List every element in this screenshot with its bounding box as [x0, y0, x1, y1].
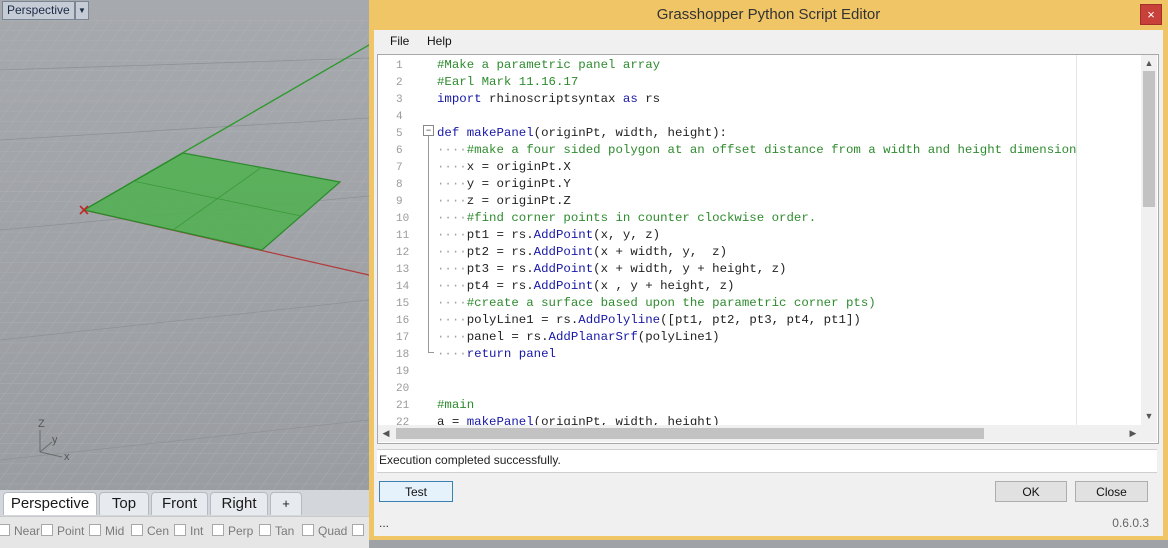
line-number: 3 [396, 94, 403, 106]
line-number: 8 [396, 179, 403, 191]
tab-front[interactable]: Front [151, 492, 208, 515]
code-line-1: #Make a parametric panel array [437, 58, 661, 72]
fold-guide-line [428, 136, 429, 353]
code-line-15: ····#create a surface based upon the par… [437, 296, 876, 310]
editor-client-area: File Help 1 2 3 4 5 6 7 8 9 10 11 12 13 … [374, 30, 1163, 536]
osnap-mid[interactable]: Mid [89, 524, 124, 538]
line-number: 2 [396, 77, 403, 89]
viewport-grid: Z y x [0, 20, 369, 490]
checkbox[interactable] [41, 524, 53, 536]
window-title: Grasshopper Python Script Editor [656, 6, 881, 23]
osnap-quad[interactable]: Quad [302, 524, 347, 538]
code-line-7: ····x = originPt.X [437, 160, 571, 174]
checkbox[interactable] [259, 524, 271, 536]
code-line-5: def makePanel(originPt, width, height): [437, 126, 727, 140]
perspective-viewport[interactable]: Z y x Perspective ▼ [0, 0, 369, 490]
axis-label-y: y [52, 434, 58, 446]
checkbox[interactable] [0, 524, 10, 536]
scroll-down-arrow-icon[interactable]: ▼ [1142, 409, 1156, 423]
code-line-10: ····#find corner points in counter clock… [437, 211, 817, 225]
horizontal-scroll-thumb[interactable] [396, 428, 984, 439]
code-line-14: ····pt4 = rs.AddPoint(x , y + height, z) [437, 279, 735, 293]
line-number: 12 [396, 247, 410, 259]
osnap-tan[interactable]: Tan [259, 524, 294, 538]
line-number: 4 [396, 111, 403, 123]
tab-perspective[interactable]: Perspective [3, 492, 97, 515]
python-script-editor-window: Grasshopper Python Script Editor × File … [369, 0, 1168, 540]
code-line-2: #Earl Mark 11.16.17 [437, 75, 579, 89]
line-number: 21 [396, 400, 410, 412]
code-line-3: import rhinoscriptsyntax as rs [437, 92, 661, 106]
checkbox[interactable] [89, 524, 101, 536]
version-label: 0.6.0.3 [1112, 516, 1149, 530]
checkbox[interactable] [302, 524, 314, 536]
line-number: 14 [396, 281, 410, 293]
editor-footer: ... 0.6.0.3 [377, 513, 1157, 534]
viewport-tabs: Perspective Top Front Right + [0, 490, 369, 516]
scroll-up-arrow-icon[interactable]: ▲ [1142, 56, 1156, 70]
line-number: 6 [396, 145, 403, 157]
osnap-int[interactable]: Int [174, 524, 203, 538]
horizontal-scrollbar[interactable]: ◀ ▶ [378, 425, 1157, 442]
osnap-near[interactable]: Near [0, 524, 40, 538]
menu-file[interactable]: File [390, 33, 409, 49]
line-number: 10 [396, 213, 410, 225]
line-number: 20 [396, 383, 410, 395]
menu-bar: File Help [374, 30, 1163, 52]
code-line-17: ····panel = rs.AddPlanarSrf(polyLine1) [437, 330, 720, 344]
right-margin-guide [1076, 55, 1077, 425]
scroll-right-arrow-icon[interactable]: ▶ [1126, 426, 1140, 440]
checkbox[interactable] [131, 524, 143, 536]
code-line-21: #main [437, 398, 475, 412]
tab-top[interactable]: Top [99, 492, 149, 515]
line-number: 17 [396, 332, 410, 344]
code-line-9: ····z = originPt.Z [437, 194, 571, 208]
add-viewport-tab-button[interactable]: + [270, 492, 302, 515]
scroll-left-arrow-icon[interactable]: ◀ [379, 426, 393, 440]
viewport-title[interactable]: Perspective [2, 1, 75, 20]
close-window-button[interactable]: × [1140, 4, 1162, 25]
line-number: 9 [396, 196, 403, 208]
ok-button[interactable]: OK [995, 481, 1067, 502]
checkbox[interactable] [212, 524, 224, 536]
test-button[interactable]: Test [379, 481, 453, 502]
fold-guide-end [428, 352, 434, 353]
line-number: 11 [396, 230, 410, 242]
osnap-bar: Near Point Mid Cen Int Perp Tan Quad [0, 516, 369, 548]
osnap-cen[interactable]: Cen [131, 524, 169, 538]
code-line-8: ····y = originPt.Y [437, 177, 571, 191]
execution-status-text: Execution completed successfully. [377, 449, 1157, 473]
line-number: 5 [396, 128, 403, 140]
line-number: 18 [396, 349, 410, 361]
osnap-point[interactable]: Point [41, 524, 84, 538]
footer-ellipsis: ... [379, 516, 390, 530]
line-number: 7 [396, 162, 403, 174]
vertical-scroll-thumb[interactable] [1143, 71, 1155, 207]
code-line-11: ····pt1 = rs.AddPoint(x, y, z) [437, 228, 661, 242]
osnap-perp[interactable]: Perp [212, 524, 253, 538]
checkbox[interactable] [174, 524, 186, 536]
osnap-more[interactable] [352, 524, 368, 538]
line-number: 1 [396, 60, 403, 72]
line-number: 16 [396, 315, 410, 327]
code-line-18: ····return panel [437, 347, 556, 361]
menu-help[interactable]: Help [427, 33, 452, 49]
code-line-16: ····polyLine1 = rs.AddPolyline([pt1, pt2… [437, 313, 861, 327]
axis-label-z: Z [38, 418, 45, 430]
fold-collapse-icon[interactable]: − [423, 125, 434, 136]
viewport-menu-dropdown[interactable]: ▼ [75, 1, 89, 20]
line-number: 13 [396, 264, 410, 276]
axis-label-x: x [64, 451, 70, 463]
code-line-12: ····pt2 = rs.AddPoint(x + width, y, z) [437, 245, 728, 259]
line-number: 15 [396, 298, 410, 310]
line-number: 19 [396, 366, 410, 378]
checkbox[interactable] [352, 524, 364, 536]
code-line-6: ····#make a four sided polygon at an off… [437, 143, 1077, 157]
code-line-13: ····pt3 = rs.AddPoint(x + width, y + hei… [437, 262, 787, 276]
code-editor[interactable]: 1 2 3 4 5 6 7 8 9 10 11 12 13 14 15 16 1… [377, 54, 1159, 444]
tab-right[interactable]: Right [210, 492, 268, 515]
close-button[interactable]: Close [1075, 481, 1148, 502]
vertical-scrollbar[interactable]: ▲ ▼ [1141, 55, 1157, 425]
